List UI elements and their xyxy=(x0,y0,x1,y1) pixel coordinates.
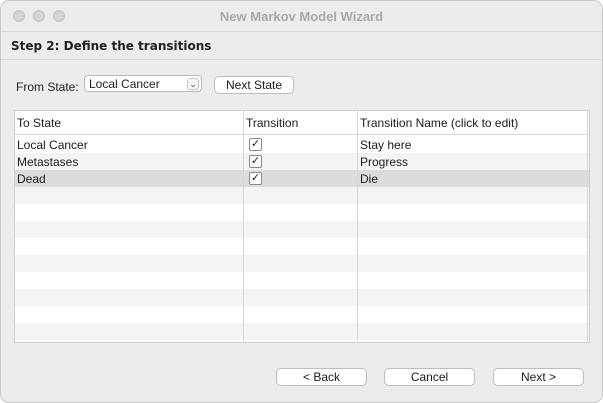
from-state-label: From State: xyxy=(16,80,79,94)
empty-table-row xyxy=(15,323,589,340)
column-divider xyxy=(357,111,358,342)
chevron-down-icon: ⌄ xyxy=(187,78,199,90)
wizard-window: New Markov Model Wizard Step 2: Define t… xyxy=(0,0,603,403)
cancel-button[interactable]: Cancel xyxy=(384,368,475,386)
step-title: Step 2: Define the transitions xyxy=(11,39,212,53)
transition-name-cell[interactable]: Progress xyxy=(360,155,408,169)
to-state-cell: Metastases xyxy=(17,155,79,169)
transition-checkbox[interactable]: ✓ xyxy=(249,155,262,168)
table-row[interactable]: Metastases ✓ Progress xyxy=(15,153,589,170)
checkmark-icon: ✓ xyxy=(250,172,261,184)
table-header: To State Transition Transition Name (cli… xyxy=(15,111,589,135)
empty-table-row xyxy=(15,221,589,238)
checkmark-icon: ✓ xyxy=(250,155,261,167)
transition-name-cell[interactable]: Stay here xyxy=(360,138,411,152)
transitions-table: To State Transition Transition Name (cli… xyxy=(14,110,590,343)
column-divider xyxy=(243,111,244,342)
step-header: Step 2: Define the transitions xyxy=(1,32,602,60)
empty-table-row xyxy=(15,187,589,204)
next-state-button[interactable]: Next State xyxy=(214,76,294,94)
checkmark-icon: ✓ xyxy=(250,138,261,150)
transition-checkbox[interactable]: ✓ xyxy=(249,172,262,185)
column-header-transition-name[interactable]: Transition Name (click to edit) xyxy=(360,116,518,130)
empty-table-row xyxy=(15,289,589,306)
from-state-selected-value: Local Cancer xyxy=(89,77,160,91)
to-state-cell: Local Cancer xyxy=(17,138,88,152)
transition-name-cell[interactable]: Die xyxy=(360,172,378,186)
empty-table-row xyxy=(15,255,589,272)
next-button[interactable]: Next > xyxy=(493,368,584,386)
empty-table-row xyxy=(15,306,589,323)
from-state-select[interactable]: Local Cancer ⌄ xyxy=(84,75,202,92)
back-button[interactable]: < Back xyxy=(276,368,367,386)
window-title: New Markov Model Wizard xyxy=(219,9,384,24)
to-state-cell: Dead xyxy=(17,172,46,186)
transition-checkbox[interactable]: ✓ xyxy=(249,138,262,151)
table-row[interactable]: Local Cancer ✓ Stay here xyxy=(15,136,589,153)
table-row[interactable]: Dead ✓ Die xyxy=(15,170,589,187)
column-header-to-state[interactable]: To State xyxy=(17,116,61,130)
empty-table-row xyxy=(15,238,589,255)
column-divider xyxy=(587,111,588,342)
title-bar[interactable]: New Markov Model Wizard xyxy=(1,1,602,32)
column-header-transition[interactable]: Transition xyxy=(246,116,298,130)
empty-table-row xyxy=(15,272,589,289)
empty-table-row xyxy=(15,204,589,221)
